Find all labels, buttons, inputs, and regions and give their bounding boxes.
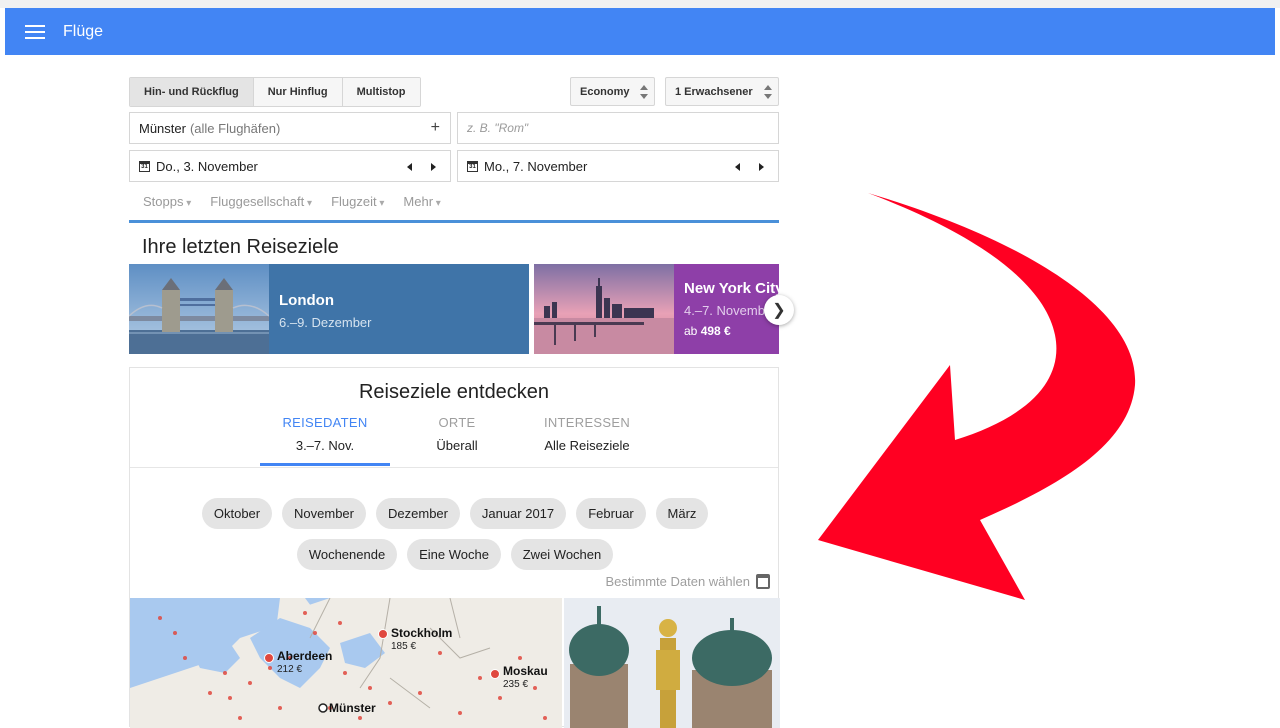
tab-value: 3.–7. Nov. [295, 438, 355, 453]
calendar-icon: 31 [139, 160, 150, 172]
specific-dates-link[interactable]: Bestimmte Daten wählen [605, 574, 770, 589]
calendar-icon [756, 574, 770, 589]
depart-date-field[interactable]: 31 Do., 3. November [129, 150, 451, 182]
chip-month-january[interactable]: Januar 2017 [470, 498, 566, 529]
select-arrows-icon [764, 85, 772, 99]
origin-city: Münster [139, 120, 186, 136]
tab-label: INTERESSEN [543, 415, 631, 430]
app-title: Flüge [63, 22, 104, 40]
filter-bar: Stopps Fluggesellschaft Flugzeit Mehr [143, 194, 441, 209]
chip-weekend[interactable]: Wochenende [297, 539, 397, 570]
cabin-class-select[interactable]: Economy [570, 77, 655, 106]
passengers-select[interactable]: 1 Erwachsener [665, 77, 779, 106]
passengers-value: 1 Erwachsener [675, 85, 753, 98]
chip-two-weeks[interactable]: Zwei Wochen [511, 539, 613, 570]
price-value: 498 € [700, 324, 731, 338]
destination-placeholder: z. B. "Rom" [467, 121, 529, 135]
recent-next-button[interactable]: ❯ [764, 295, 794, 325]
recent-card-city: London [279, 292, 334, 309]
add-origin-icon[interactable]: + [431, 119, 440, 137]
map-price-moscow: 235 € [503, 679, 529, 690]
calendar-icon: 31 [467, 160, 478, 172]
search-divider [129, 220, 779, 223]
tab-value: Alle Reiseziele [544, 438, 630, 453]
specific-dates-label: Bestimmte Daten wählen [605, 574, 750, 589]
price-prefix: ab [684, 324, 698, 338]
map-label-stockholm[interactable]: Stockholm [391, 626, 452, 640]
recent-card-info: London 6.–9. Dezember [269, 264, 529, 354]
return-date-value: Mo., 7. November [484, 158, 588, 174]
munich-frauenkirche-image [564, 598, 780, 728]
active-tab-indicator [260, 463, 390, 466]
map-label-aberdeen[interactable]: Aberdeen [277, 649, 332, 663]
map-label-moscow[interactable]: Moskau [503, 664, 548, 678]
chip-one-week[interactable]: Eine Woche [407, 539, 501, 570]
chip-month-february[interactable]: Februar [576, 498, 646, 529]
recent-card-new-york[interactable]: New York City 4.–7. November ab 498 € [534, 264, 779, 354]
recent-destinations-title: Ihre letzten Reiseziele [142, 236, 339, 258]
trip-type-selector: Hin- und Rückflug Nur Hinflug Multistop [129, 77, 421, 107]
recent-card-dates: 4.–7. November [684, 303, 777, 318]
prev-day-icon[interactable] [407, 163, 412, 171]
tab-label: REISEDATEN [282, 415, 368, 430]
explore-panel: Reiseziele entdecken REISEDATEN 3.–7. No… [129, 367, 780, 728]
filter-stops[interactable]: Stopps [143, 194, 191, 209]
depart-date-value: Do., 3. November [156, 158, 258, 174]
app-bar: Flüge [5, 8, 1275, 55]
tab-label: ORTE [438, 415, 476, 430]
filter-flight-time[interactable]: Flugzeit [331, 194, 384, 209]
tab-dates[interactable]: REISEDATEN 3.–7. Nov. [260, 415, 390, 453]
destinations-map[interactable]: Stockholm 185 € Aberdeen 212 € Moskau 23… [130, 598, 562, 728]
filter-airline[interactable]: Fluggesellschaft [210, 194, 312, 209]
new-york-skyline-image [534, 264, 674, 354]
map-label-origin[interactable]: Münster [329, 701, 376, 715]
prev-day-icon[interactable] [735, 163, 740, 171]
tab-places[interactable]: ORTE Überall [392, 415, 522, 453]
explore-title: Reiseziele entdecken [358, 381, 550, 403]
origin-suffix: (alle Flughäfen) [189, 120, 281, 136]
destination-photo-munich[interactable] [564, 598, 780, 728]
recent-card-city: New York City [684, 280, 779, 297]
recent-card-london[interactable]: London 6.–9. Dezember [129, 264, 529, 354]
menu-icon[interactable] [25, 24, 45, 39]
tab-interests[interactable]: INTERESSEN Alle Reiseziele [522, 415, 652, 453]
map-price-stockholm: 185 € [391, 641, 417, 652]
red-arrow-annotation [818, 193, 1136, 600]
origin-field[interactable]: Münster (alle Flughäfen) + [129, 112, 451, 144]
select-arrows-icon [640, 85, 648, 99]
chip-month-march[interactable]: März [656, 498, 708, 529]
filter-more[interactable]: Mehr [403, 194, 440, 209]
chip-month-november[interactable]: November [282, 498, 366, 529]
london-tower-bridge-image [129, 264, 269, 354]
destination-field[interactable]: z. B. "Rom" [457, 112, 779, 144]
cabin-class-value: Economy [580, 85, 630, 98]
tab-value: Überall [436, 438, 478, 453]
recent-card-price: ab 498 € [684, 324, 731, 338]
trip-type-one-way[interactable]: Nur Hinflug [253, 78, 343, 106]
chip-month-october[interactable]: Oktober [202, 498, 272, 529]
tabs-divider [130, 467, 778, 468]
trip-type-multistop[interactable]: Multistop [342, 78, 420, 106]
trip-type-round-trip[interactable]: Hin- und Rückflug [130, 78, 254, 106]
map-price-aberdeen: 212 € [277, 664, 303, 675]
next-day-icon[interactable] [431, 163, 436, 171]
chevron-right-icon: ❯ [772, 302, 786, 319]
recent-card-dates: 6.–9. Dezember [279, 315, 372, 330]
next-day-icon[interactable] [759, 163, 764, 171]
browser-top-strip [0, 0, 1280, 8]
chip-month-december[interactable]: Dezember [376, 498, 460, 529]
return-date-field[interactable]: 31 Mo., 7. November [457, 150, 779, 182]
